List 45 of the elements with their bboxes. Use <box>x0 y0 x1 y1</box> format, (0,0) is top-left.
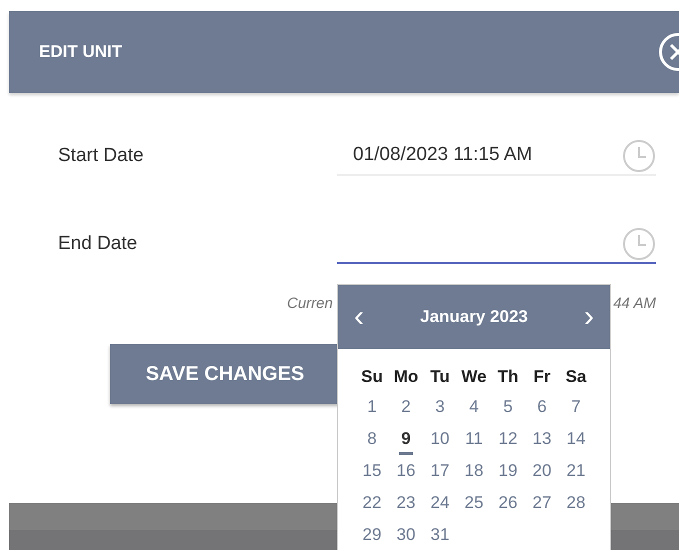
month-title: January 2023 <box>420 307 528 327</box>
calendar-day[interactable]: 14 <box>564 429 588 455</box>
calendar-day[interactable]: 20 <box>530 461 554 487</box>
next-month-button[interactable]: › <box>580 300 598 334</box>
calendar-day[interactable]: 29 <box>360 525 384 550</box>
field-label: Start Date <box>57 145 145 167</box>
calendar-day[interactable]: 15 <box>360 461 384 487</box>
previous-month-button[interactable]: ‹ <box>350 300 368 334</box>
weekday-label: Fr <box>532 367 552 388</box>
calendar-day[interactable]: 18 <box>462 461 486 487</box>
calendar-day[interactable]: 31 <box>428 525 452 550</box>
calendar-day[interactable]: 8 <box>365 429 379 455</box>
weekday-label: Sa <box>564 367 588 388</box>
helper-text: Curren <box>287 295 333 312</box>
calendar-day[interactable]: 21 <box>564 461 588 487</box>
calendar-day[interactable]: 19 <box>496 461 520 487</box>
calendar-day[interactable]: 17 <box>428 461 452 487</box>
calendar-day[interactable]: 22 <box>360 493 384 519</box>
calendar-day[interactable]: 6 <box>535 397 549 423</box>
calendar-day[interactable]: 13 <box>530 429 554 455</box>
weekday-label: We <box>460 367 488 388</box>
calendar-day[interactable]: 3 <box>433 397 447 423</box>
field-label: End Date <box>57 233 138 255</box>
calendar-day[interactable]: 16 <box>394 461 418 487</box>
calendar-day[interactable]: 24 <box>428 493 452 519</box>
calendar-day[interactable]: 7 <box>569 397 583 423</box>
calendar-day[interactable]: 27 <box>530 493 554 519</box>
calendar-day[interactable]: 10 <box>428 429 452 455</box>
calendar-day[interactable]: 28 <box>564 493 588 519</box>
date-input-field[interactable]: 01/08/2023 11:15 AM <box>337 136 656 176</box>
dialog-title: EDIT UNIT <box>39 42 122 62</box>
calendar-day[interactable]: 4 <box>467 397 481 423</box>
calendar-day[interactable]: 25 <box>462 493 486 519</box>
calendar-day[interactable]: 23 <box>394 493 418 519</box>
weekday-label: Mo <box>392 367 420 388</box>
calendar-day[interactable]: 5 <box>501 397 515 423</box>
calendar-day[interactable]: 26 <box>496 493 520 519</box>
calendar-day[interactable]: 30 <box>394 525 418 550</box>
weekday-label: Th <box>496 367 520 388</box>
calendar-day[interactable]: 9 <box>399 429 413 455</box>
weekday-label: Tu <box>429 367 451 388</box>
calendar-day[interactable]: 12 <box>496 429 520 455</box>
calendar-day[interactable]: 11 <box>463 429 485 455</box>
helper-text: 44 AM <box>613 295 656 312</box>
calendar-day[interactable]: 2 <box>399 397 413 423</box>
